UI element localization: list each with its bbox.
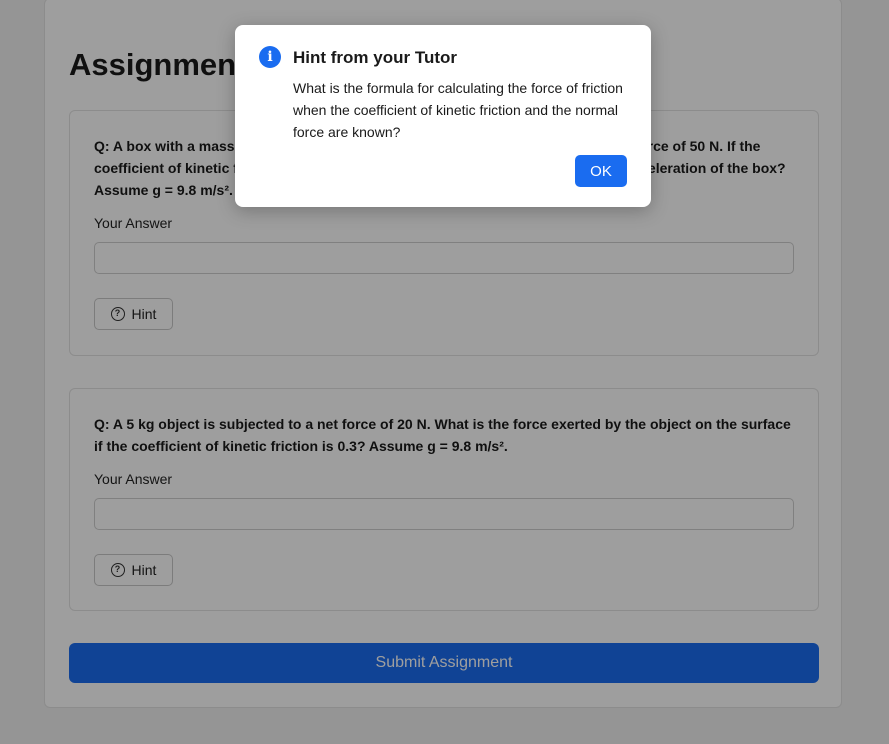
dialog-title: Hint from your Tutor (293, 48, 457, 67)
hint-dialog: i Hint from your Tutor What is the formu… (235, 25, 651, 207)
info-icon: i (259, 46, 281, 68)
dialog-message: What is the formula for calculating the … (293, 80, 623, 140)
page: Assignment Q: A box with a mass of 10 kg… (0, 0, 889, 744)
ok-button[interactable]: OK (575, 155, 627, 187)
